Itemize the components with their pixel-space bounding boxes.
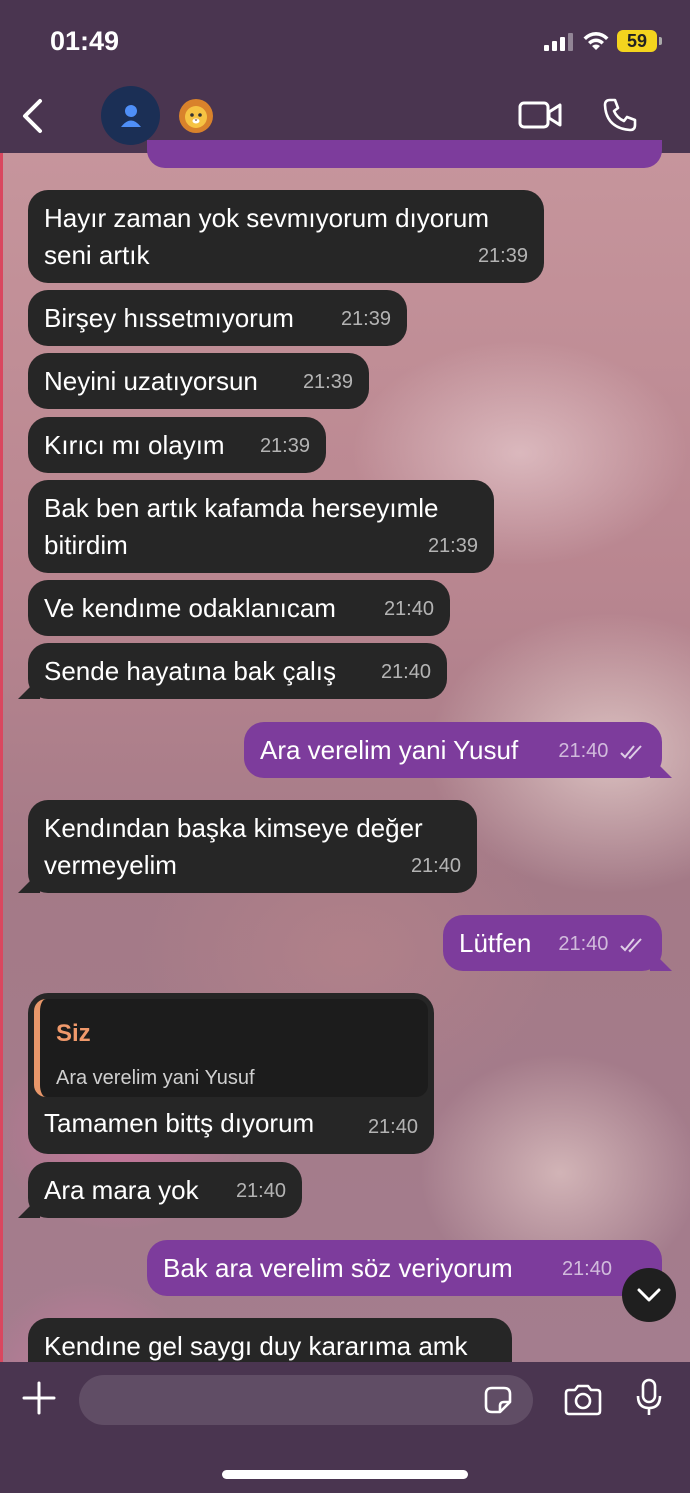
person-icon — [120, 104, 141, 127]
message-text: Sende hayatına bak çalış — [44, 656, 336, 686]
sticker-icon[interactable] — [482, 1384, 514, 1416]
partial-outgoing-message[interactable] — [147, 140, 662, 168]
back-chevron-icon[interactable] — [20, 98, 44, 134]
reply-quoted-text: Ara verelim yani Yusuf — [56, 1067, 255, 1089]
incoming-message[interactable]: Neyini uzatıyorsun 21:39 — [28, 353, 369, 409]
read-ticks-icon — [620, 745, 642, 760]
incoming-reply-message[interactable]: Siz Ara verelim yani Yusuf Tamamen bittş… — [28, 993, 434, 1154]
incoming-message[interactable]: Kırıcı mı olayım 21:39 — [28, 417, 326, 473]
message-text: Bak ben artık kafamda herseyımle bitirdi… — [44, 493, 439, 560]
incoming-message[interactable]: Birşey hıssetmıyorum 21:39 — [28, 290, 407, 346]
wifi-icon — [583, 32, 609, 50]
message-time: 21:39 — [259, 435, 310, 457]
voice-call-icon[interactable] — [602, 97, 638, 133]
message-text: Lütfen — [459, 928, 532, 958]
message-text: Bak ara verelim söz veriyorum — [163, 1253, 513, 1283]
incoming-message[interactable]: Sende hayatına bak çalış 21:40 — [28, 643, 447, 699]
outgoing-message[interactable]: Lütfen 21:40 — [443, 915, 662, 971]
message-time: 21:39 — [302, 371, 353, 393]
message-input[interactable] — [79, 1375, 533, 1425]
message-time: 21:40 — [383, 598, 434, 620]
message-time: 21:40 — [367, 1116, 418, 1138]
message-time: 21:39 — [477, 245, 528, 267]
message-time: 21:40 — [558, 733, 646, 770]
message-text: Birşey hıssetmıyorum — [44, 303, 294, 333]
status-time: 01:49 — [50, 26, 120, 56]
outgoing-message[interactable]: Ara verelim yani Yusuf 21:40 — [244, 722, 662, 778]
read-ticks-icon — [620, 938, 642, 953]
reply-author: Siz — [56, 1020, 91, 1047]
incoming-message[interactable]: Kendından başka kimseye değer vermeyelim… — [28, 800, 477, 893]
message-time: 21:39 — [427, 535, 478, 557]
video-call-icon[interactable] — [518, 100, 562, 130]
message-time: 21:39 — [340, 308, 391, 330]
camera-icon[interactable] — [563, 1384, 603, 1416]
message-time: 21:40 — [562, 1251, 612, 1288]
message-time: 21:40 — [380, 661, 431, 683]
message-text: Neyini uzatıyorsun — [44, 366, 258, 396]
incoming-message[interactable]: Bak ben artık kafamda herseyımle bitirdi… — [28, 480, 494, 573]
message-time-text: 21:40 — [561, 1258, 612, 1280]
message-time-text: 21:40 — [558, 740, 609, 762]
status-bar: 01:49 59 — [0, 0, 690, 80]
message-text: Ara mara yok — [44, 1175, 199, 1205]
battery-tip — [659, 37, 662, 45]
contact-name-emoji[interactable] — [178, 98, 214, 134]
message-time: 21:40 — [558, 926, 646, 963]
plus-icon[interactable] — [21, 1380, 57, 1416]
composer-bar — [0, 1362, 690, 1493]
message-text: Kendıne gel saygı duy kararıma amk — [44, 1331, 468, 1361]
incoming-message[interactable]: Ve kendıme odaklanıcam 21:40 — [28, 580, 450, 636]
message-time: 21:40 — [410, 855, 461, 877]
home-indicator — [222, 1470, 468, 1479]
battery-level: 59 — [617, 30, 657, 52]
message-text: Ve kendıme odaklanıcam — [44, 593, 336, 623]
microphone-icon[interactable] — [635, 1378, 663, 1418]
lion-face-icon — [179, 99, 213, 133]
message-time: 21:40 — [235, 1180, 286, 1202]
incoming-message[interactable]: Ara mara yok 21:40 — [28, 1162, 302, 1218]
message-text: Hayır zaman yok sevmıyorum dıyorum seni … — [44, 203, 490, 270]
incoming-message[interactable]: Hayır zaman yok sevmıyorum dıyorum seni … — [28, 190, 544, 283]
scroll-to-bottom-button[interactable] — [622, 1268, 676, 1322]
contact-avatar[interactable] — [101, 86, 160, 145]
quoted-reply[interactable]: Siz Ara verelim yani Yusuf — [34, 999, 428, 1097]
chevron-down-icon — [637, 1288, 661, 1302]
message-time-text: 21:40 — [558, 933, 609, 955]
outgoing-message[interactable]: Bak ara verelim söz veriyorum 21:40 — [147, 1240, 662, 1296]
message-text: Kırıcı mı olayım — [44, 430, 225, 460]
cellular-signal-icon — [544, 33, 573, 51]
message-text: Tamamen bittş dıyorum — [44, 1108, 315, 1138]
message-text: Kendından başka kimseye değer vermeyelim — [44, 813, 423, 880]
message-text: Ara verelim yani Yusuf — [260, 735, 519, 765]
